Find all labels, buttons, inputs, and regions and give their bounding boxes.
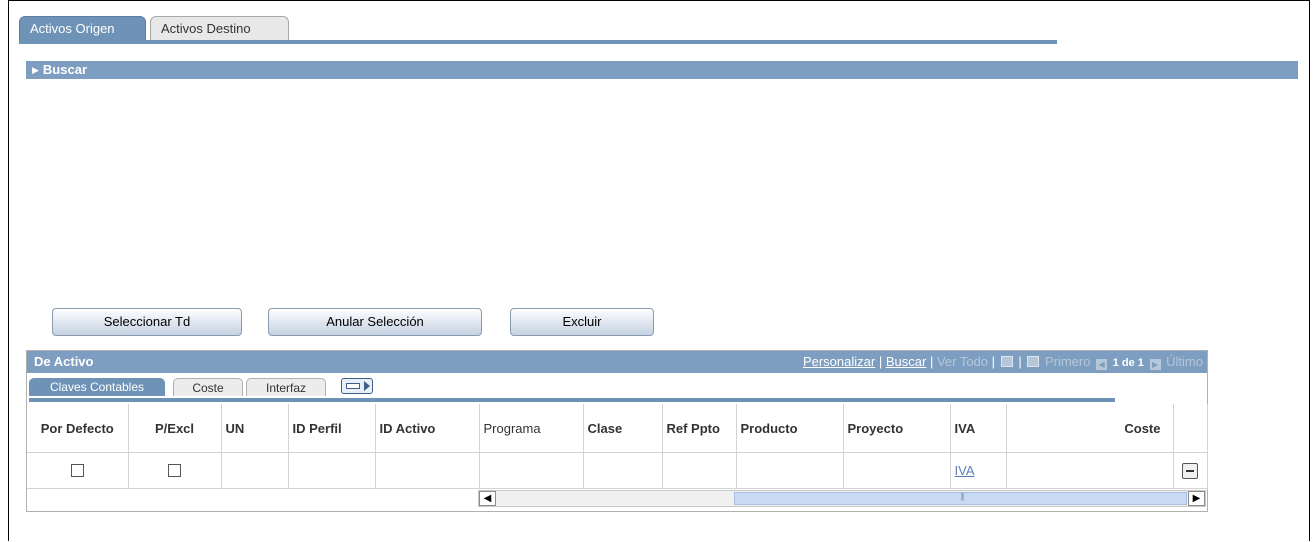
scroll-right-icon[interactable]: ▶	[1188, 491, 1205, 506]
column-header-actions	[1173, 404, 1208, 453]
table-cell: IVA	[950, 452, 1007, 489]
tab-activos-destino[interactable]: Activos Destino	[150, 16, 289, 40]
ultimo-label: Último	[1166, 354, 1203, 369]
table-cell	[128, 452, 222, 489]
de-activo-grid: De Activo Personalizar | Buscar | Ver To…	[26, 350, 1208, 512]
new-window-icon[interactable]	[1000, 356, 1013, 367]
nav-separator: |	[1018, 354, 1022, 369]
row-range: 1 de 1	[1112, 357, 1144, 369]
p-excl-checkbox[interactable]	[168, 464, 181, 477]
column-header[interactable]: Por Defecto	[27, 404, 129, 453]
primero-label: Primero	[1044, 354, 1091, 369]
nav-separator: |	[878, 354, 883, 369]
buscar-label: Buscar	[42, 62, 87, 77]
delete-row-icon[interactable]	[1182, 462, 1198, 479]
table-cell	[843, 452, 951, 489]
table-cell	[736, 452, 844, 489]
grid-header: De Activo Personalizar | Buscar | Ver To…	[27, 351, 1207, 373]
grid-navigation: Personalizar | Buscar | Ver Todo | | Pri…	[803, 351, 1203, 374]
horizontal-scrollbar[interactable]: ◀ ▶	[478, 490, 1206, 507]
column-header[interactable]: P/Excl	[128, 404, 222, 453]
exclude-button[interactable]: Excluir	[510, 308, 654, 336]
column-header[interactable]: Proyecto	[843, 404, 951, 453]
nav-separator: |	[929, 354, 934, 369]
column-header[interactable]: Clase	[583, 404, 663, 453]
iva-link[interactable]: IVA	[951, 463, 975, 478]
personalizar-link[interactable]: Personalizar	[803, 354, 875, 369]
buscar-link[interactable]: Buscar	[886, 354, 926, 369]
grid-title: De Activo	[34, 354, 94, 369]
table-header-row: Por Defecto P/Excl UN ID Perfil ID Activ…	[27, 404, 1208, 453]
table-cell	[1173, 452, 1208, 489]
ver-todo-link: Ver Todo	[936, 354, 989, 369]
show-all-columns-icon[interactable]	[341, 378, 373, 394]
column-header[interactable]: Coste	[1006, 404, 1174, 453]
subtab-underline	[29, 398, 1115, 402]
buscar-section-header[interactable]: ▶ Buscar	[26, 61, 1298, 79]
scrollbar-thumb[interactable]	[734, 492, 1187, 505]
subtab-coste[interactable]: Coste	[173, 378, 243, 396]
table-cell	[375, 452, 480, 489]
por-defecto-checkbox[interactable]	[70, 464, 84, 477]
table-cell	[221, 452, 289, 489]
column-header[interactable]: UN	[221, 404, 289, 453]
column-header[interactable]: IVA	[950, 404, 1007, 453]
table-row: IVA	[27, 452, 1208, 489]
deselect-button[interactable]: Anular Selección	[268, 308, 482, 336]
tab-activos-origen[interactable]: Activos Origen	[19, 16, 146, 40]
table-cell	[288, 452, 376, 489]
column-header[interactable]: ID Activo	[375, 404, 480, 453]
subtab-interfaz[interactable]: Interfaz	[246, 378, 326, 396]
spreadsheet-download-icon[interactable]	[1027, 356, 1040, 367]
asset-table: Por Defecto P/Excl UN ID Perfil ID Activ…	[27, 404, 1208, 489]
expand-triangle-icon: ▶	[32, 65, 39, 75]
column-header[interactable]: Producto	[736, 404, 844, 453]
next-arrow-icon: ▶	[1149, 359, 1161, 370]
table-cell	[479, 452, 584, 489]
column-header[interactable]: Ref Ppto	[662, 404, 737, 453]
tab-underline	[19, 40, 1057, 44]
table-cell	[27, 452, 129, 489]
column-header[interactable]: ID Perfil	[288, 404, 376, 453]
subtab-claves-contables[interactable]: Claves Contables	[29, 378, 165, 396]
previous-arrow-icon: ◀	[1096, 359, 1108, 370]
scroll-left-icon[interactable]: ◀	[479, 491, 496, 506]
table-cell	[662, 452, 737, 489]
column-header[interactable]: Programa	[479, 404, 584, 453]
select-all-button[interactable]: Seleccionar Td	[52, 308, 242, 336]
table-cell	[1006, 452, 1174, 489]
nav-separator: |	[991, 354, 996, 369]
table-cell	[583, 452, 663, 489]
